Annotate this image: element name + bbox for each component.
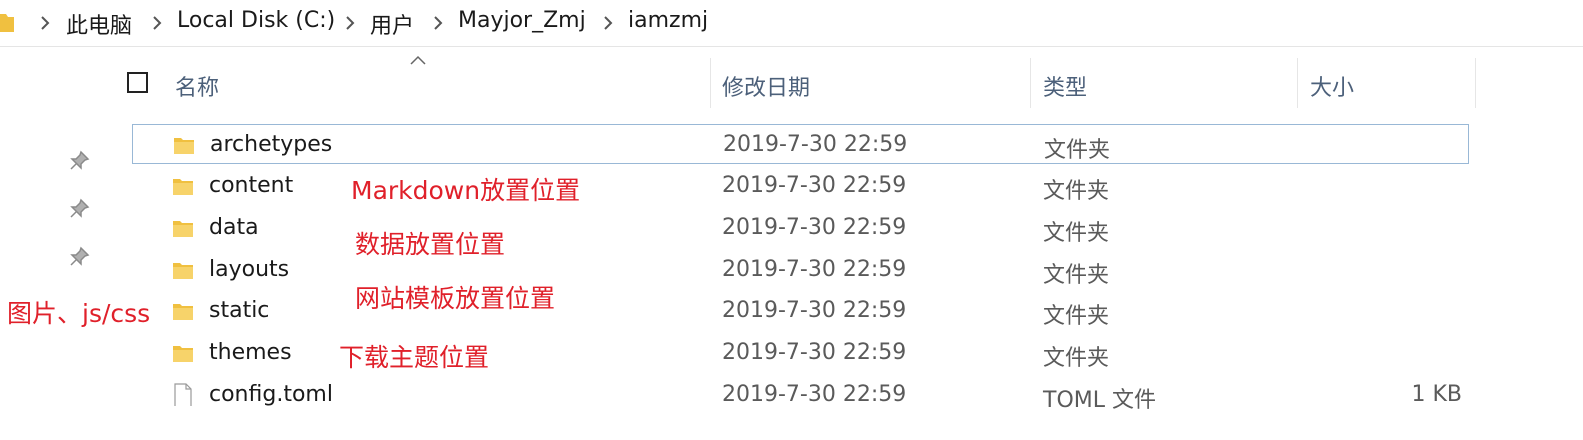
folder-icon — [173, 179, 193, 195]
file-name[interactable]: archetypes — [210, 132, 332, 157]
file-name[interactable]: static — [209, 298, 269, 323]
file-icon — [174, 383, 192, 406]
column-divider[interactable] — [710, 58, 711, 108]
column-header-name[interactable]: 名称 — [175, 70, 219, 102]
file-type: 文件夹 — [1043, 346, 1110, 371]
file-name[interactable]: layouts — [209, 257, 289, 282]
file-date: 2019-7-30 22:59 — [722, 257, 907, 282]
breadcrumb-user-folder[interactable]: Mayjor_Zmj — [458, 8, 586, 33]
file-row-themes[interactable]: themes 2019-7-30 22:59 文件夹 — [132, 333, 1469, 373]
address-bar[interactable]: 此电脑 Local Disk (C:) 用户 Mayjor_Zmj iamzmj — [0, 0, 1583, 47]
chevron-right-icon[interactable] — [345, 16, 355, 30]
annotation-layouts: 网站模板放置位置 — [355, 279, 556, 315]
file-name[interactable]: data — [209, 215, 259, 240]
column-header-date[interactable]: 修改日期 — [722, 70, 810, 102]
column-header-row: 名称 修改日期 类型 大小 — [0, 58, 1583, 108]
folder-icon — [173, 263, 193, 279]
folder-icon — [0, 14, 14, 32]
breadcrumb-users[interactable]: 用户 — [370, 8, 414, 40]
file-type: 文件夹 — [1044, 138, 1111, 163]
file-row-static[interactable]: static 2019-7-30 22:59 文件夹 — [132, 291, 1469, 331]
file-name[interactable]: config.toml — [209, 382, 333, 407]
file-type: 文件夹 — [1043, 221, 1110, 246]
file-name[interactable]: content — [209, 173, 293, 198]
annotation-content: Markdown放置位置 — [351, 171, 581, 207]
pin-icon[interactable] — [68, 246, 90, 268]
file-row-content[interactable]: content 2019-7-30 22:59 文件夹 — [132, 166, 1469, 206]
file-type: 文件夹 — [1043, 304, 1110, 329]
folder-icon — [173, 221, 193, 237]
column-divider[interactable] — [1475, 58, 1476, 108]
pin-icon[interactable] — [68, 150, 90, 172]
file-row-archetypes[interactable]: archetypes 2019-7-30 22:59 文件夹 — [132, 124, 1469, 164]
file-row-data[interactable]: data 2019-7-30 22:59 文件夹 — [132, 208, 1469, 248]
breadcrumb-this-pc[interactable]: 此电脑 — [66, 8, 132, 40]
breadcrumb-current[interactable]: iamzmj — [628, 8, 708, 33]
select-all-checkbox[interactable] — [127, 72, 148, 93]
file-row-layouts[interactable]: layouts 2019-7-30 22:59 文件夹 — [132, 250, 1469, 290]
column-divider[interactable] — [1297, 58, 1298, 108]
chevron-right-icon[interactable] — [40, 16, 50, 30]
column-header-size[interactable]: 大小 — [1310, 70, 1354, 102]
annotation-data: 数据放置位置 — [355, 225, 506, 261]
file-date: 2019-7-30 22:59 — [722, 173, 907, 198]
file-date: 2019-7-30 22:59 — [722, 382, 907, 407]
pin-icon[interactable] — [68, 198, 90, 220]
chevron-right-icon[interactable] — [433, 16, 443, 30]
file-name[interactable]: themes — [209, 340, 292, 365]
file-date: 2019-7-30 22:59 — [722, 340, 907, 365]
file-type: 文件夹 — [1043, 263, 1110, 288]
folder-icon — [173, 304, 193, 320]
file-date: 2019-7-30 22:59 — [722, 215, 907, 240]
file-date: 2019-7-30 22:59 — [722, 298, 907, 323]
annotation-themes: 下载主题位置 — [339, 338, 490, 374]
chevron-right-icon[interactable] — [603, 16, 613, 30]
annotation-static: 图片、js/css — [7, 294, 151, 330]
chevron-right-icon[interactable] — [152, 16, 162, 30]
file-size: 1 KB — [1411, 382, 1462, 407]
column-divider[interactable] — [1030, 58, 1031, 108]
folder-icon — [173, 346, 193, 362]
file-type: TOML 文件 — [1043, 388, 1156, 413]
folder-icon — [174, 138, 194, 154]
column-header-type[interactable]: 类型 — [1043, 70, 1087, 102]
file-row-config[interactable]: config.toml 2019-7-30 22:59 TOML 文件 1 KB — [132, 375, 1469, 415]
file-date: 2019-7-30 22:59 — [723, 132, 908, 157]
file-type: 文件夹 — [1043, 179, 1110, 204]
breadcrumb-local-disk[interactable]: Local Disk (C:) — [177, 8, 335, 33]
